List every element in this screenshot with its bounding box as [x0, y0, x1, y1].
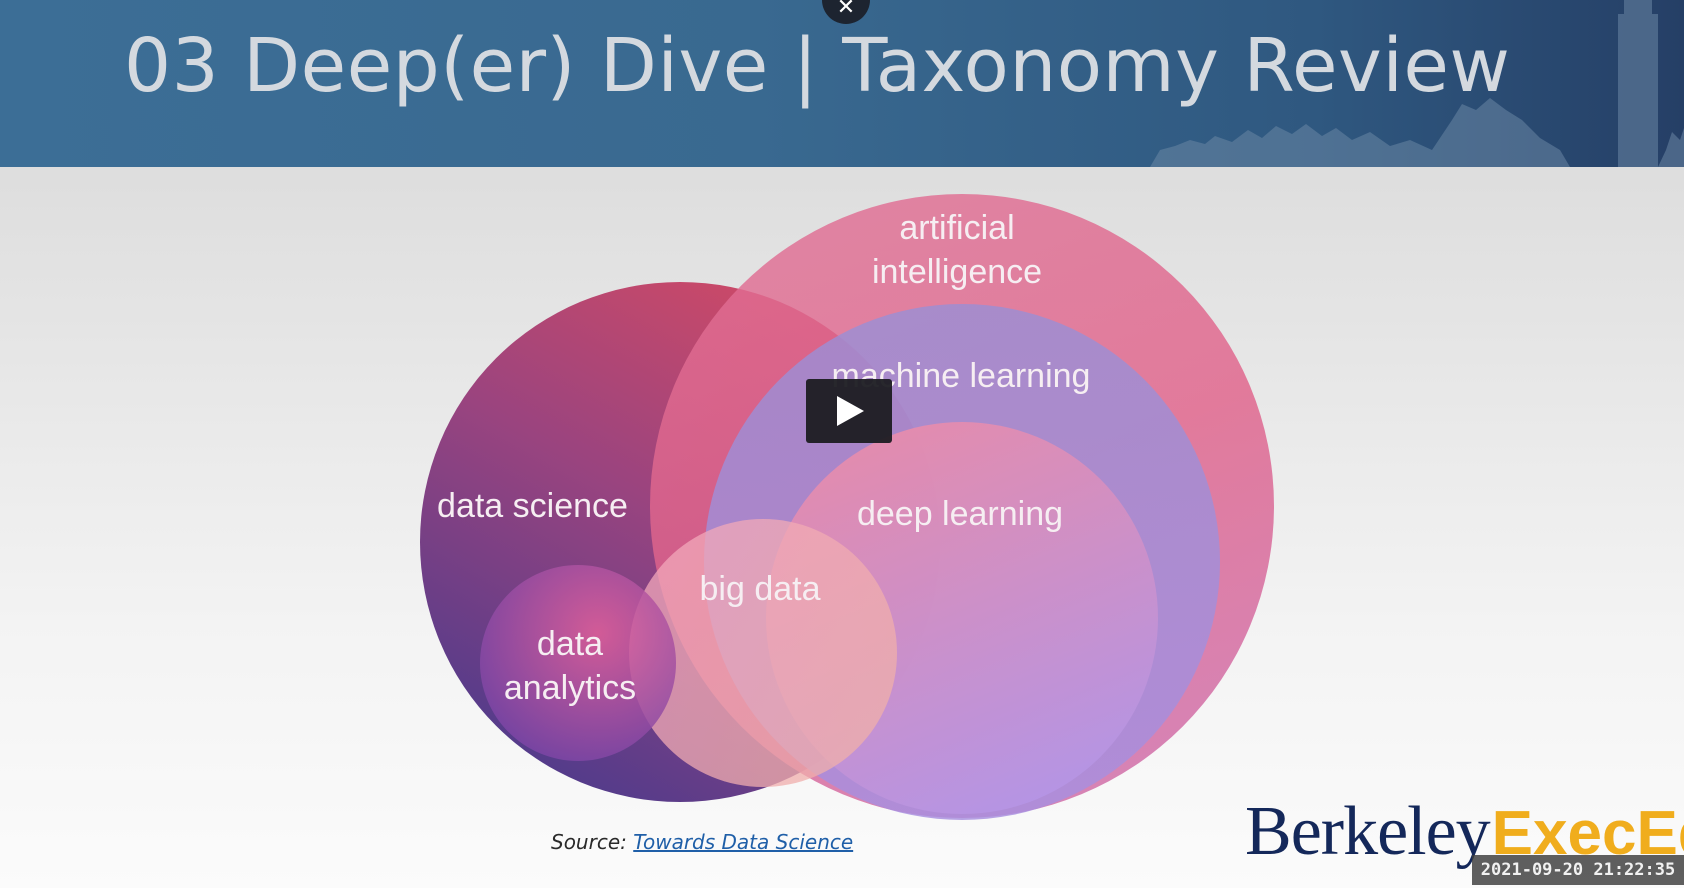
data-analytics-line2: analytics — [503, 669, 637, 707]
close-icon: ✕ — [836, 0, 856, 20]
artificial-intelligence-line2: intelligence — [871, 253, 1043, 291]
data-science-label: data science — [437, 487, 628, 525]
taxonomy-venn-diagram — [420, 194, 1274, 820]
data-analytics-line1: data — [536, 625, 604, 663]
logo-berkeley: Berkeley — [1245, 793, 1491, 870]
deep-learning-label: deep learning — [856, 495, 1064, 533]
artificial-intelligence-line1: artificial — [899, 209, 1015, 247]
play-button[interactable] — [806, 379, 892, 443]
timestamp-overlay: 2021-09-20 21:22:35 — [1472, 855, 1684, 885]
slide: 03 Deep(er) Dive | Taxonomy Review artif… — [0, 0, 1684, 888]
data-analytics-label: data analytics — [490, 622, 650, 710]
big-data-label: big data — [699, 570, 821, 608]
source-prefix: Source: — [551, 830, 627, 854]
source-link[interactable]: Towards Data Science — [633, 830, 853, 854]
play-icon — [837, 396, 864, 426]
source-citation: Source: Towards Data Science — [551, 830, 853, 854]
artificial-intelligence-label: artificial intelligence — [857, 206, 1057, 294]
